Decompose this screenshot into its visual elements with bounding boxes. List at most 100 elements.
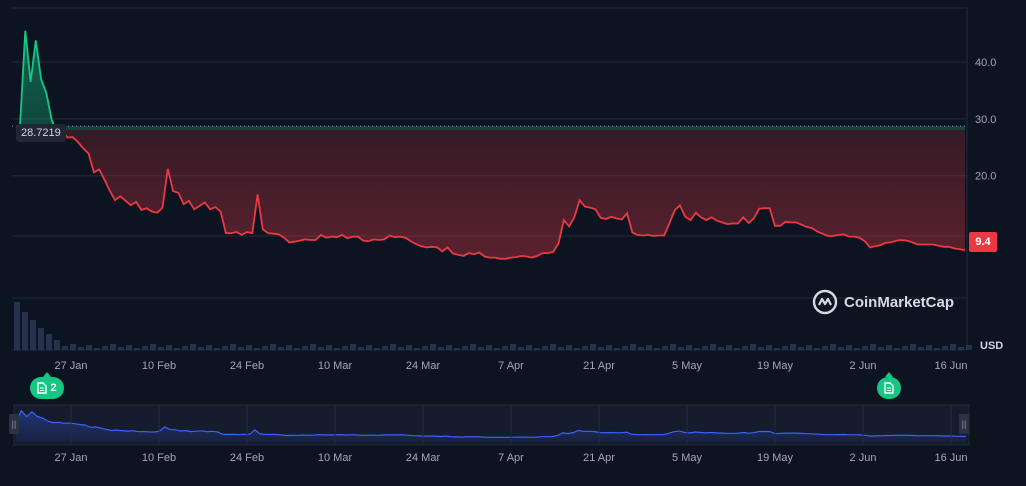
volume-bar <box>838 347 844 350</box>
volume-bar <box>238 347 244 350</box>
navigator-tick-label: 10 Feb <box>142 452 176 464</box>
volume-bar <box>862 346 868 350</box>
volume-bar <box>486 345 492 350</box>
volume-bar <box>390 344 396 350</box>
volume-bar <box>462 346 468 350</box>
volume-bar <box>566 345 572 350</box>
area-fill-below <box>55 130 965 259</box>
volume-bar <box>774 348 780 350</box>
x-tick-label: 2 Jun <box>850 360 877 372</box>
volume-bar <box>382 346 388 350</box>
volume-bar <box>262 346 268 350</box>
volume-bar <box>214 348 220 350</box>
volume-bar <box>246 345 252 350</box>
event-marker-news[interactable]: 2 <box>30 372 64 399</box>
volume-bar <box>830 344 836 350</box>
volume-bar <box>846 345 852 350</box>
volume-bar <box>742 346 748 350</box>
volume-bar <box>590 344 596 350</box>
navigator-tick-label: 5 May <box>672 452 702 464</box>
volume-bar <box>46 334 52 350</box>
volume-bar <box>70 344 76 350</box>
volume-bar <box>654 348 660 350</box>
volume-bar <box>598 347 604 350</box>
volume-bar <box>702 346 708 350</box>
volume-bar <box>950 344 956 350</box>
brand-watermark: CoinMarketCap <box>812 289 954 315</box>
volume-bar <box>686 345 692 350</box>
navigator-tick-label: 19 May <box>757 452 794 464</box>
document-icon <box>884 382 894 394</box>
volume-bar <box>142 346 148 350</box>
volume-bar <box>750 344 756 350</box>
navigator-tick-label: 16 Jun <box>934 452 967 464</box>
document-icon <box>37 382 48 394</box>
volume-bar <box>694 348 700 350</box>
volume-bar <box>334 348 340 350</box>
volume-bar <box>502 346 508 350</box>
volume-bar <box>374 348 380 350</box>
coinmarketcap-logo-icon <box>812 289 838 315</box>
volume-bar <box>222 346 228 350</box>
volume-bar <box>606 345 612 350</box>
x-tick-label: 27 Jan <box>54 360 87 372</box>
brand-name: CoinMarketCap <box>844 293 955 311</box>
volume-bar <box>534 348 540 350</box>
volume-bar <box>814 348 820 350</box>
volume-bar <box>582 346 588 350</box>
volume-bar <box>638 347 644 350</box>
price-series <box>12 30 967 260</box>
x-tick-label: 19 May <box>757 360 794 372</box>
volume-bar <box>710 344 716 350</box>
volume-bar <box>526 345 532 350</box>
y-tick-label: 20.0 <box>975 171 996 183</box>
navigator-tick-label: 10 Mar <box>318 452 353 464</box>
volume-bar <box>518 347 524 350</box>
volume-bar <box>574 348 580 350</box>
volume-bar <box>926 345 932 350</box>
navigator: 27 Jan 10 Feb 24 Feb 10 Mar 24 Mar 7 Apr 21 Ap… <box>13 404 970 464</box>
volume-bar <box>902 346 908 350</box>
volume-bar <box>678 347 684 350</box>
volume-bar <box>102 346 108 350</box>
volume-bar <box>182 346 188 350</box>
volume-bar <box>54 340 60 350</box>
volume-bar <box>174 348 180 350</box>
volume-bar <box>614 348 620 350</box>
volume-bar <box>190 344 196 350</box>
volume-bar <box>38 328 44 350</box>
navigator-tick-label: 24 Feb <box>230 452 264 464</box>
price-chart-svg: 40.0 30.0 20.0 27 Jan 10 Feb 24 Feb 10 Mar 24 M… <box>12 7 996 464</box>
volume-bar <box>350 344 356 350</box>
navigator-tick-label: 27 Jan <box>54 452 87 464</box>
x-tick-label: 7 Apr <box>498 360 524 372</box>
volume-bar <box>942 346 948 350</box>
x-tick-label: 10 Feb <box>142 360 176 372</box>
reference-value-label: 28.7219 <box>16 124 66 142</box>
volume-bar <box>758 347 764 350</box>
volume-bar <box>630 344 636 350</box>
event-count: 2 <box>50 382 57 394</box>
event-marker-news-2[interactable] <box>877 372 901 399</box>
volume-bar <box>478 347 484 350</box>
navigator-right-handle[interactable]: || <box>959 414 969 434</box>
volume-bar <box>822 346 828 350</box>
x-tick-label: 24 Feb <box>230 360 264 372</box>
navigator-left-handle[interactable]: || <box>9 414 19 434</box>
volume-bar <box>446 345 452 350</box>
volume-bar <box>414 348 420 350</box>
navigator-tick-label: 2 Jun <box>850 452 877 464</box>
volume-bar <box>854 348 860 350</box>
navigator-tick-label: 24 Mar <box>406 452 441 464</box>
volume-bar <box>94 348 100 350</box>
volume-bar <box>158 347 164 350</box>
volume-bar <box>406 345 412 350</box>
volume-bar <box>230 344 236 350</box>
volume-bar <box>878 347 884 350</box>
price-chart[interactable]: 40.0 30.0 20.0 27 Jan 10 Feb 24 Feb 10 Mar 24 M… <box>0 0 1026 481</box>
volume-bar <box>646 345 652 350</box>
x-tick-label: 24 Mar <box>406 360 441 372</box>
volume-bar <box>358 347 364 350</box>
volume-bar <box>30 320 36 350</box>
currency-label: USD <box>980 340 1004 352</box>
